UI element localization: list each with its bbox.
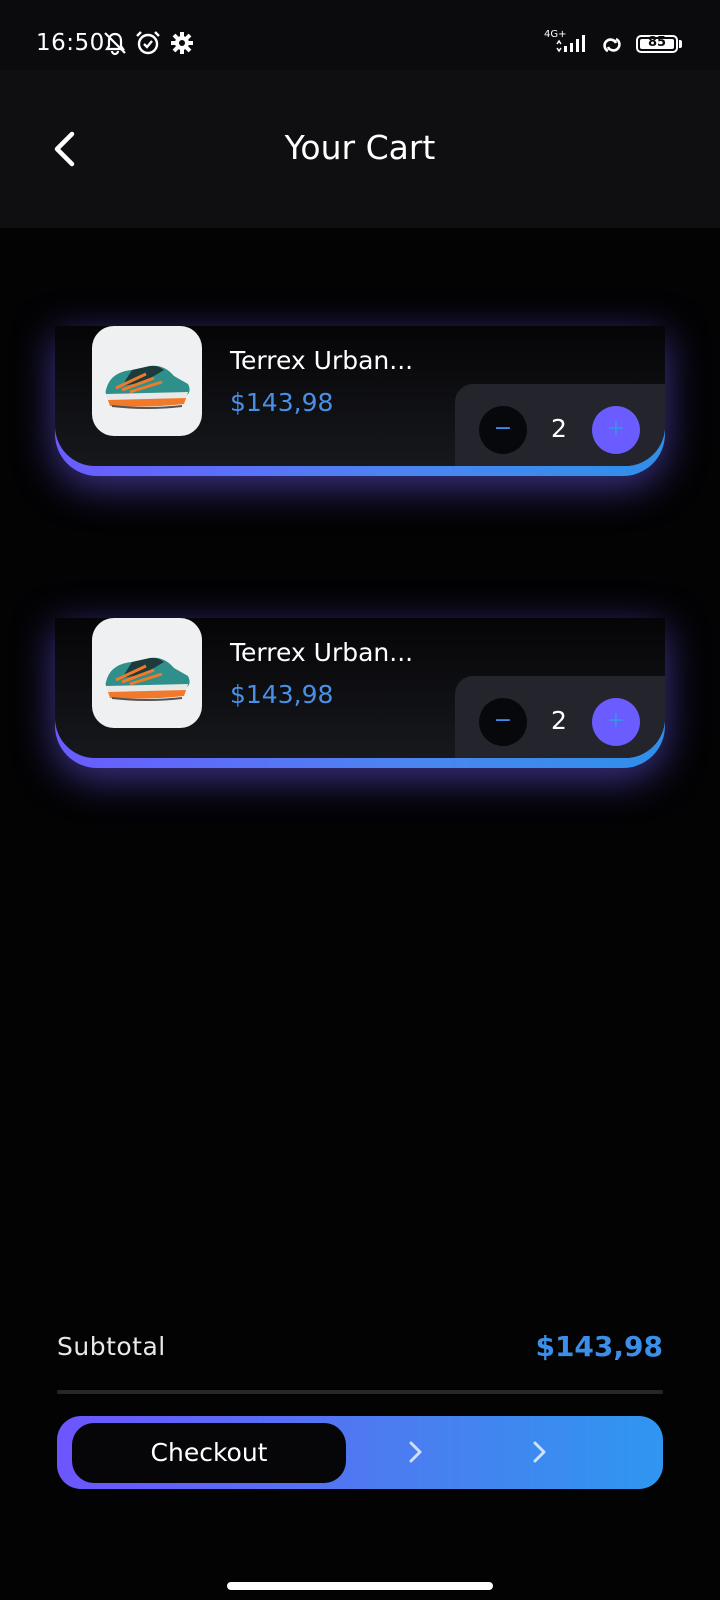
shoe-image [105,657,190,701]
cart-item[interactable]: Terrex Urban... $143,98 − 2 + [55,326,665,476]
increase-quantity-button[interactable]: + [592,698,640,746]
chevron-right-icon [409,1441,422,1463]
alarm-icon [136,31,160,55]
battery-tip [679,40,682,48]
subtotal-label: Subtotal [57,1332,166,1361]
quantity-stepper: − 2 + [455,384,665,466]
quantity-value: 2 [551,414,567,443]
status-time: 16:50 [36,30,105,56]
shoe-image [105,365,190,409]
signal-icon [556,35,585,53]
battery-icon: 85 [636,35,678,53]
status-bar: 16:50 4G+ 85 [0,0,720,70]
quantity-value: 2 [551,706,567,735]
hotspot-icon [603,37,621,53]
product-name: Terrex Urban... [230,638,414,667]
increase-quantity-button[interactable]: + [592,406,640,454]
checkout-slider[interactable]: Checkout [57,1416,663,1489]
bell-muted-icon [104,32,126,56]
decrease-quantity-button[interactable]: − [479,698,527,746]
divider [57,1390,663,1394]
quantity-stepper: − 2 + [455,676,665,758]
app-header: Your Cart [0,70,720,228]
cart-item[interactable]: Terrex Urban... $143,98 − 2 + [55,618,665,768]
product-price: $143,98 [230,680,334,709]
product-image [92,326,202,436]
card-body: Terrex Urban... $143,98 − 2 + [55,326,665,466]
battery-level: 85 [647,35,667,50]
card-body: Terrex Urban... $143,98 − 2 + [55,618,665,758]
page-title: Your Cart [284,128,436,167]
product-price: $143,98 [230,388,334,417]
product-image [92,618,202,728]
checkout-button[interactable]: Checkout [72,1423,346,1483]
subtotal-value: $143,98 [535,1330,663,1363]
product-name: Terrex Urban... [230,346,414,375]
home-indicator[interactable] [227,1582,493,1590]
settings-icon [171,32,193,54]
decrease-quantity-button[interactable]: − [479,406,527,454]
chevron-right-icon [533,1441,546,1463]
